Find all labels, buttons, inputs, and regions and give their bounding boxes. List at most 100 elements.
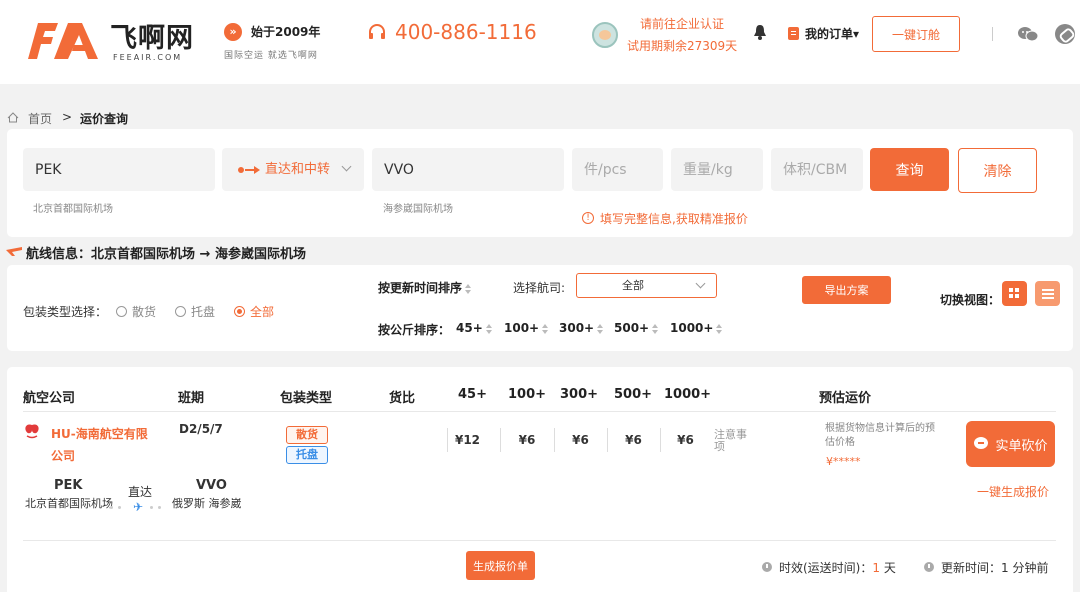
feeair-logo-icon[interactable] — [24, 19, 104, 61]
sort-kg-300[interactable]: 300+ — [559, 321, 604, 335]
sort-kg-500[interactable]: 500+ — [614, 321, 659, 335]
sort-arrows-icon — [542, 323, 549, 334]
route-type-select[interactable]: 直达和中转 — [222, 148, 364, 191]
origin-code: PEK — [54, 478, 83, 493]
price-500: ¥6 — [607, 428, 659, 452]
transit-unit: 天 — [883, 561, 896, 575]
origin-name: 北京首都国际机场 — [25, 497, 113, 510]
trial-remaining: 试用期剩余27309天 — [627, 39, 738, 53]
sort-by-update-time[interactable]: 按更新时间排序 — [378, 279, 472, 296]
col-300: 300+ — [560, 387, 599, 402]
notes-link[interactable]: 注意事项 — [714, 429, 754, 453]
route-arrow-icon — [254, 165, 260, 174]
sort-kg-1000[interactable]: 1000+ — [670, 321, 723, 335]
info-warning: 填写完整信息,获取精准报价 — [600, 212, 748, 226]
kg-option-label: 100+ — [504, 321, 540, 335]
airline-select[interactable]: 全部 — [576, 273, 717, 298]
kg-option-label: 45+ — [456, 321, 483, 335]
filter-panel — [7, 265, 1073, 351]
origin-airport-name: 北京首都国际机场 — [33, 204, 113, 215]
sort-arrows-icon — [465, 283, 472, 294]
col-airline: 航空公司 — [23, 391, 76, 406]
volume-input[interactable] — [771, 148, 863, 191]
wechat-icon[interactable] — [1017, 26, 1039, 42]
destination-airport-name: 海参崴国际机场 — [383, 204, 453, 215]
col-45: 45+ — [458, 387, 487, 402]
col-ratio: 货比 — [389, 391, 416, 406]
weight-input[interactable] — [671, 148, 763, 191]
breadcrumb-home[interactable]: 首页 — [28, 110, 52, 127]
chat-bubble-icon — [974, 437, 988, 449]
header-divider-line — [23, 411, 1056, 412]
radio-selected-icon — [234, 306, 245, 317]
price-1000: ¥6 — [660, 428, 710, 452]
transit-time: 时效(运送时间)：1 天 — [779, 559, 896, 576]
plane-icon: ✈ — [133, 500, 144, 514]
sort-kg-45[interactable]: 45+ — [456, 321, 492, 335]
col-schedule: 班期 — [178, 391, 205, 406]
clock-icon — [762, 562, 772, 572]
logo-subtext: FEEAIR.COM — [113, 53, 183, 62]
price-100: ¥6 — [500, 428, 553, 452]
pieces-input[interactable] — [572, 148, 663, 191]
sort-update-label: 按更新时间排序 — [378, 281, 463, 295]
airline-name[interactable]: HU-海南航空有限公司 — [51, 423, 151, 467]
sort-arrows-icon — [652, 323, 659, 334]
col-500: 500+ — [614, 387, 653, 402]
direct-flight-label: 直达 — [128, 485, 153, 499]
price-45: ¥12 — [447, 428, 487, 452]
top-header: 飞啊网 FEEAIR.COM » 始于2009年 国际空运 就选飞啊网 400-… — [0, 0, 1080, 84]
pack-tag-bulk: 散货 — [286, 426, 328, 444]
estimate-description: 根据货物信息计算后的预估价格 — [825, 423, 935, 448]
breadcrumb-current: 运价查询 — [80, 112, 129, 126]
col-100: 100+ — [508, 387, 547, 402]
header-divider — [992, 27, 993, 41]
grid-icon — [1009, 288, 1020, 299]
pack-option-pallet[interactable]: 托盘 — [175, 303, 215, 320]
avatar[interactable] — [592, 22, 618, 48]
sort-arrows-icon — [597, 323, 604, 334]
link-icon[interactable] — [1055, 24, 1075, 44]
clock-icon — [924, 562, 934, 572]
row-divider-line — [23, 540, 1056, 541]
double-chevron-icon: » — [224, 23, 242, 41]
my-orders-menu[interactable]: 我的订单▾ — [805, 25, 859, 42]
col-pack-type: 包装类型 — [280, 391, 333, 406]
list-icon — [1042, 289, 1054, 299]
grid-view-button[interactable] — [1002, 281, 1027, 306]
query-button[interactable]: 查询 — [870, 148, 949, 191]
pack-option-label: 全部 — [250, 305, 275, 319]
enterprise-cert-link[interactable]: 请前往企业认证 — [640, 15, 724, 32]
update-label: 更新时间： — [941, 561, 1002, 575]
kg-option-label: 300+ — [559, 321, 595, 335]
col-est-price: 预估运价 — [819, 391, 872, 406]
generate-quote-link[interactable]: 一键生成报价 — [977, 483, 1049, 500]
destination-input[interactable] — [372, 148, 564, 191]
estimated-price: ¥***** — [826, 455, 861, 468]
logo-text[interactable]: 飞啊网 — [110, 16, 194, 55]
radio-icon — [175, 306, 186, 317]
one-click-booking-button[interactable]: 一键订舱 — [872, 16, 960, 52]
route-line-icon — [245, 168, 254, 171]
route-type-value: 直达和中转 — [265, 162, 331, 177]
origin-input[interactable] — [23, 148, 215, 191]
since-slogan: 国际空运 就选飞啊网 — [224, 51, 318, 61]
airline-select-value: 全部 — [622, 279, 644, 292]
export-plan-button[interactable]: 导出方案 — [802, 276, 891, 304]
route-dot-icon — [238, 166, 244, 173]
sort-kg-100[interactable]: 100+ — [504, 321, 549, 335]
bell-icon[interactable] — [753, 24, 767, 40]
airline-select-label: 选择航司: — [513, 281, 566, 295]
route-info: 航线信息：北京首都国际机场 → 海参崴国际机场 — [26, 247, 306, 262]
destination-code: VVO — [196, 478, 227, 493]
headset-icon — [369, 24, 385, 39]
sort-arrows-icon — [716, 323, 723, 334]
clear-button[interactable]: 清除 — [958, 148, 1037, 193]
pack-option-bulk[interactable]: 散货 — [116, 303, 156, 320]
home-icon[interactable] — [7, 112, 19, 123]
transit-value: 1 — [872, 561, 881, 575]
pack-option-all[interactable]: 全部 — [234, 303, 274, 320]
hotline-number: 400-886-1116 — [395, 20, 537, 44]
list-view-button[interactable] — [1035, 281, 1060, 306]
generate-quote-sheet-button[interactable]: 生成报价单 — [466, 551, 535, 580]
